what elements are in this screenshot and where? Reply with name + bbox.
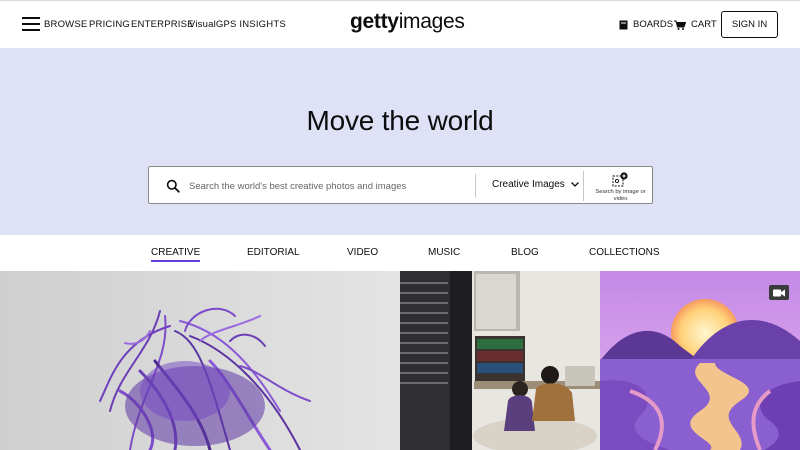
nav-enterprise[interactable]: ENTERPRISE [131,19,194,30]
cart-label: CART [691,19,717,30]
top-navigation-bar: BROWSE PRICING ENTERPRISE VisualGPS INSI… [0,0,800,48]
hero-title: Move the world [306,105,494,136]
visual-search-label: Search by image or video [595,189,646,202]
search-icon[interactable] [166,179,180,193]
tab-creative[interactable]: CREATIVE [151,247,201,262]
nav-pricing[interactable]: PRICING [89,19,130,30]
logo-text-light: images [398,10,465,33]
sign-in-button[interactable]: SIGN IN [721,11,778,38]
search-bar: Creative Images Search by image or video [148,166,653,204]
image-type-selected-label: Creative Images [492,179,565,190]
visual-search-button[interactable]: Search by image or video [593,169,648,203]
content-type-tabs: CREATIVE EDITORIAL VIDEO MUSIC BLOG COLL… [0,235,800,271]
chevron-down-icon [570,182,579,187]
hamburger-menu-icon[interactable] [22,17,40,31]
cart-link[interactable]: CART [674,19,717,30]
boards-label: BOARDS [633,19,674,30]
gallery-video-purple-sunset-river[interactable] [600,271,800,450]
search-input[interactable] [189,177,469,195]
getty-images-logo[interactable]: gettyimages [350,10,465,34]
video-camera-icon [769,285,789,300]
image-type-dropdown[interactable]: Creative Images [492,179,579,190]
tab-editorial[interactable]: EDITORIAL [247,247,300,258]
visual-search-icon [612,172,628,187]
tab-blog[interactable]: BLOG [511,247,539,258]
tab-collections[interactable]: COLLECTIONS [589,247,660,258]
tab-video[interactable]: VIDEO [347,247,378,258]
logo-text-bold: getty [350,10,399,33]
tab-music[interactable]: MUSIC [428,247,460,258]
search-divider [583,171,584,201]
boards-link[interactable]: BOARDS [619,19,673,30]
gallery-image-purple-fiber-sculpture[interactable] [0,271,400,450]
hero-section: Move the world Creative Images Search by… [0,48,800,235]
fiber-sculpture-image [0,271,400,450]
cart-icon [674,20,686,30]
nav-browse[interactable]: BROWSE [44,19,87,30]
search-divider [475,174,476,198]
classroom-image [400,271,600,450]
nav-visualgps-insights[interactable]: VisualGPS INSIGHTS [189,19,286,30]
boards-icon [619,20,628,29]
gallery-image-teacher-student-classroom[interactable] [400,271,600,450]
